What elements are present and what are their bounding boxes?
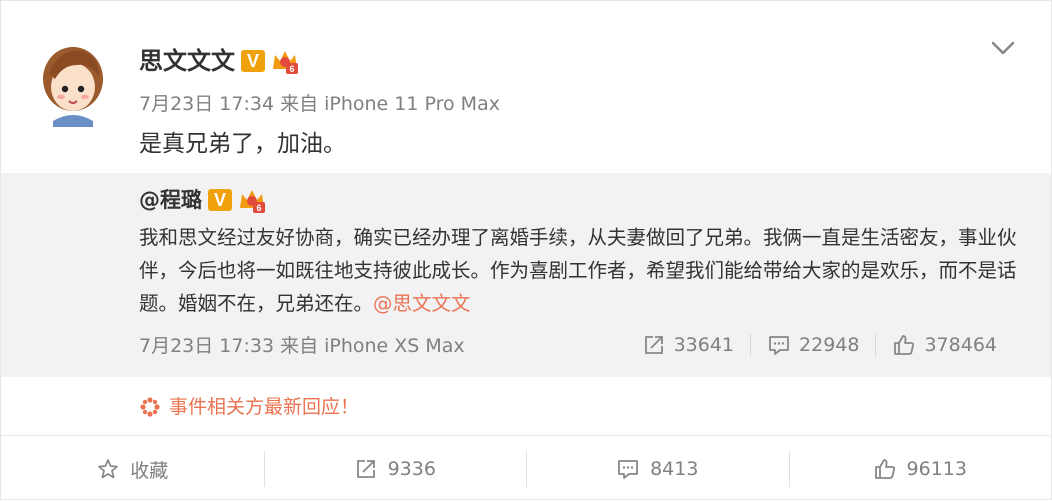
user-avatar[interactable] <box>41 43 105 127</box>
repost-like-count: 378464 <box>924 334 997 356</box>
comment-count: 8413 <box>650 458 699 480</box>
repost-comment-count: 22948 <box>799 334 860 356</box>
repost-text: 我和思文经过友好协商，确实已经办理了离婚手续，从夫妻做回了兄弟。我俩一直是生活密… <box>139 221 1019 320</box>
like-count: 96113 <box>906 458 967 480</box>
comment-button[interactable]: 8413 <box>526 436 789 502</box>
post-meta: 7月23日 17:34 来自 iPhone 11 Pro Max <box>139 91 500 117</box>
chevron-down-icon[interactable] <box>989 37 1017 59</box>
repost-time[interactable]: 7月23日 17:33 <box>139 335 274 357</box>
repost-actions: 33641 22948 378464 <box>626 333 1013 357</box>
action-bar: 收藏 9336 8413 96113 <box>1 435 1051 502</box>
mention-link[interactable]: @思文文文 <box>373 292 471 315</box>
share-icon <box>356 460 375 478</box>
author-name[interactable]: 思文文文 <box>139 45 235 77</box>
repost-like-button[interactable]: 378464 <box>876 333 1013 357</box>
share-icon <box>644 336 663 354</box>
thumbs-up-icon <box>894 335 915 355</box>
repost-meta: 7月23日 17:33 来自 iPhone XS Max <box>139 333 465 359</box>
forward-count: 9336 <box>387 458 436 480</box>
vip-crown-icon[interactable]: 6 <box>271 47 299 75</box>
like-button[interactable]: 96113 <box>788 436 1052 502</box>
favorite-button[interactable]: 收藏 <box>1 436 264 502</box>
forward-button[interactable]: 9336 <box>263 436 527 502</box>
post-time[interactable]: 7月23日 17:34 <box>139 93 274 115</box>
author-row: 思文文文 V 6 <box>139 45 299 77</box>
favorite-label: 收藏 <box>130 459 169 482</box>
verified-v-icon[interactable]: V <box>208 189 232 211</box>
repost-comment-button[interactable]: 22948 <box>751 333 875 357</box>
vip-crown-icon[interactable]: 6 <box>238 186 266 214</box>
reposted-weibo[interactable]: @程璐 V 6 我和思文经过友好协商，确实已经办理了离婚手续，从夫妻做回了兄弟。… <box>1 173 1051 377</box>
star-icon <box>98 459 119 479</box>
topic-flower-icon <box>140 397 160 417</box>
repost-author-name[interactable]: @程璐 <box>139 185 202 215</box>
topic-label: 事件相关方最新回应！ <box>169 396 360 418</box>
topic-link[interactable]: 事件相关方最新回应！ <box>139 393 359 421</box>
verified-v-icon[interactable]: V <box>241 50 265 72</box>
post-text: 是真兄弟了，加油。 <box>139 131 346 157</box>
svg-text:6: 6 <box>289 64 294 74</box>
repost-forward-count: 33641 <box>673 334 735 356</box>
thumbs-up-icon <box>874 459 895 479</box>
repost-forward-button[interactable]: 33641 <box>626 333 750 357</box>
comment-icon <box>618 460 638 479</box>
repost-author-row: @程璐 V 6 <box>139 185 266 215</box>
comment-icon <box>769 336 789 355</box>
svg-text:6: 6 <box>256 203 261 213</box>
repost-body: 我和思文经过友好协商，确实已经办理了离婚手续，从夫妻做回了兄弟。我俩一直是生活密… <box>139 226 1017 315</box>
post-source: 来自 iPhone 11 Pro Max <box>280 93 500 115</box>
repost-source: 来自 iPhone XS Max <box>280 335 465 357</box>
weibo-post-card: 思文文文 V 6 7月23日 17:34 来自 iPhone 11 Pro Max… <box>0 0 1052 500</box>
